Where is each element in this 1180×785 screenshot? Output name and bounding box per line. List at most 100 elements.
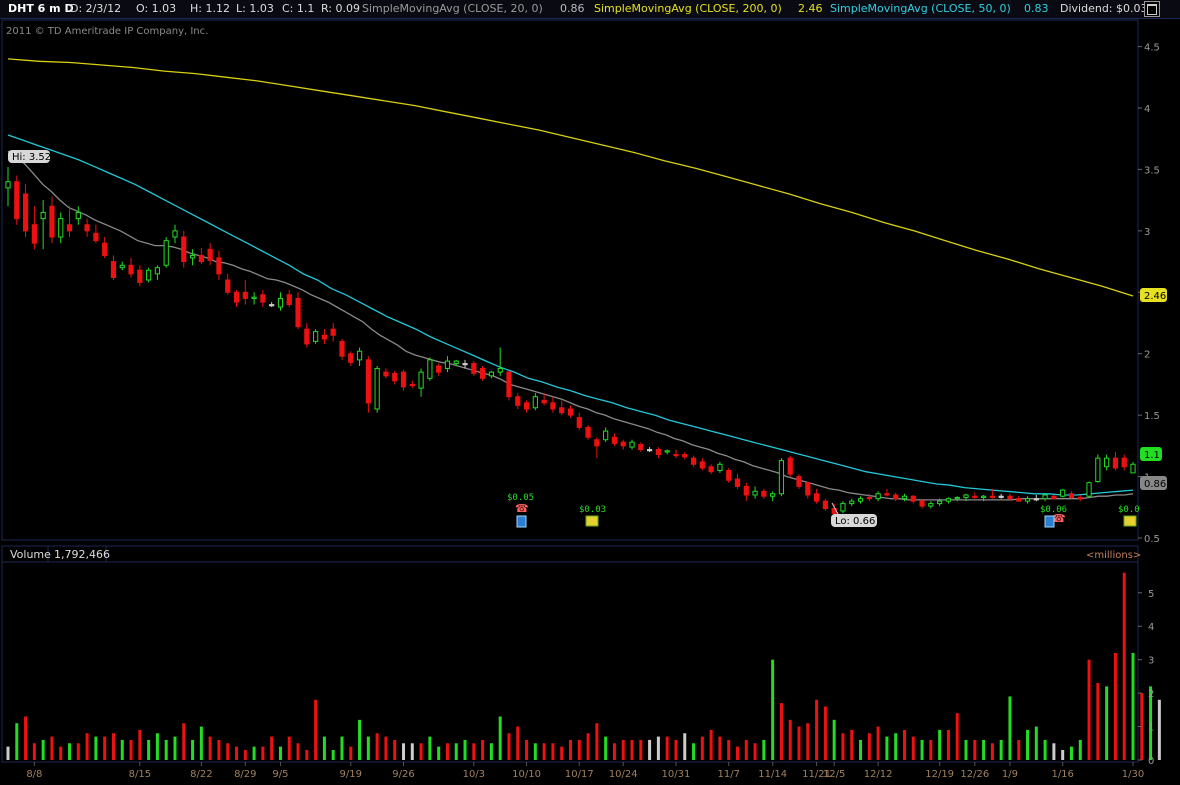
candle: [515, 393, 521, 409]
volume-bar: [1131, 652, 1135, 760]
date-tick-label: 10/10: [512, 769, 541, 780]
candle: [576, 412, 582, 430]
candle: [1104, 454, 1110, 471]
candle: [225, 273, 231, 295]
hi-marker-label: Hi: 3.52: [12, 152, 51, 163]
candle-body: [919, 500, 925, 507]
volume-bar: [331, 749, 335, 760]
candle: [743, 482, 749, 502]
price-tick-label: 4.5: [1144, 43, 1160, 54]
candle-body: [576, 417, 582, 428]
volume-bar: [920, 739, 924, 760]
price-tick-label: 4: [1144, 104, 1150, 115]
candle-body: [58, 218, 64, 238]
volume-bar: [85, 733, 89, 760]
candle: [594, 437, 600, 459]
price-panel-frame: [1, 19, 1139, 541]
event-marker-earnings-oct[interactable]: $0.05 ☎: [507, 493, 534, 528]
volume-bar: [683, 733, 687, 760]
candle-body: [690, 457, 697, 465]
volume-bar: [463, 739, 467, 760]
volume-bar: [788, 719, 792, 760]
candle-body: [286, 294, 292, 306]
candle-body: [1130, 463, 1136, 474]
volume-bar: [50, 736, 54, 760]
candle-body: [603, 430, 609, 441]
candle: [1086, 481, 1092, 498]
candle-body: [84, 224, 90, 232]
event-marker-dividend-nov[interactable]: $0.03: [579, 505, 606, 527]
candle: [471, 361, 477, 376]
candle: [365, 356, 371, 413]
sma50-line: [7, 134, 1134, 496]
event-marker-earnings-jan[interactable]: $0.06 ☎: [1040, 505, 1067, 528]
candle-body: [752, 490, 758, 496]
candle-body: [866, 496, 872, 500]
candle-body: [31, 224, 37, 244]
lo-marker: Lo: 0.66: [831, 502, 877, 527]
candle-body: [770, 493, 776, 497]
candle-body: [901, 495, 908, 500]
candle: [761, 488, 767, 499]
candle-body: [1095, 457, 1101, 482]
price-tick-label: 1.5: [1144, 411, 1160, 422]
volume-bar: [437, 746, 441, 760]
candle: [93, 224, 99, 244]
volume-bar: [648, 739, 652, 760]
volume-bar: [278, 746, 282, 760]
volume-bar: [419, 743, 423, 760]
volume-bar: [876, 726, 880, 760]
event-label: $0.03: [579, 505, 606, 515]
volume-bar: [15, 723, 19, 760]
candle: [31, 206, 37, 250]
candle: [603, 427, 609, 443]
volume-bar: [410, 743, 414, 760]
volume-bar: [1113, 652, 1117, 760]
candle: [717, 461, 723, 473]
volume-bar: [498, 716, 502, 760]
candle-body: [453, 360, 459, 365]
volume-bar: [111, 733, 115, 760]
candle: [5, 166, 11, 207]
candle-body: [1024, 498, 1031, 502]
candle-body: [647, 449, 653, 452]
candle: [286, 289, 292, 308]
volume-bar: [709, 729, 713, 760]
candle: [893, 492, 899, 502]
candle: [497, 347, 503, 376]
candle-body: [436, 365, 442, 373]
candle-body: [225, 279, 231, 293]
candle-body: [857, 498, 864, 502]
candle-body: [963, 494, 969, 498]
candle-body: [813, 493, 820, 502]
candle-body: [893, 494, 899, 500]
volume-tick-label: 0: [1148, 756, 1154, 767]
volume-bar: [1122, 572, 1126, 760]
candle-body: [154, 267, 161, 275]
candle: [928, 501, 934, 509]
candle-body: [954, 496, 960, 500]
date-tick-label: 1/30: [1122, 769, 1144, 780]
candle-body: [356, 350, 363, 361]
date-tick-label: 10/24: [609, 769, 638, 780]
candle: [673, 449, 679, 459]
volume-bar: [727, 739, 731, 760]
candle-body: [198, 254, 204, 263]
candle-body: [1086, 482, 1092, 497]
candle-body: [93, 232, 99, 242]
sma200-tag-label: 2.46: [1144, 291, 1166, 302]
candle-body: [313, 331, 319, 342]
volume-bar: [155, 733, 159, 760]
volume-bar: [560, 746, 564, 760]
event-marker-dividend-feb[interactable]: $0.0: [1118, 505, 1140, 527]
candle: [1095, 454, 1101, 483]
candle-body: [980, 495, 987, 498]
hi-marker: Hi: 3.52: [8, 150, 51, 163]
candle: [532, 393, 538, 411]
candle: [400, 369, 407, 391]
candle-body: [550, 402, 556, 410]
candle: [1024, 496, 1031, 504]
candle-body: [119, 264, 125, 269]
candle-body: [884, 493, 890, 496]
candle-body: [392, 372, 398, 382]
